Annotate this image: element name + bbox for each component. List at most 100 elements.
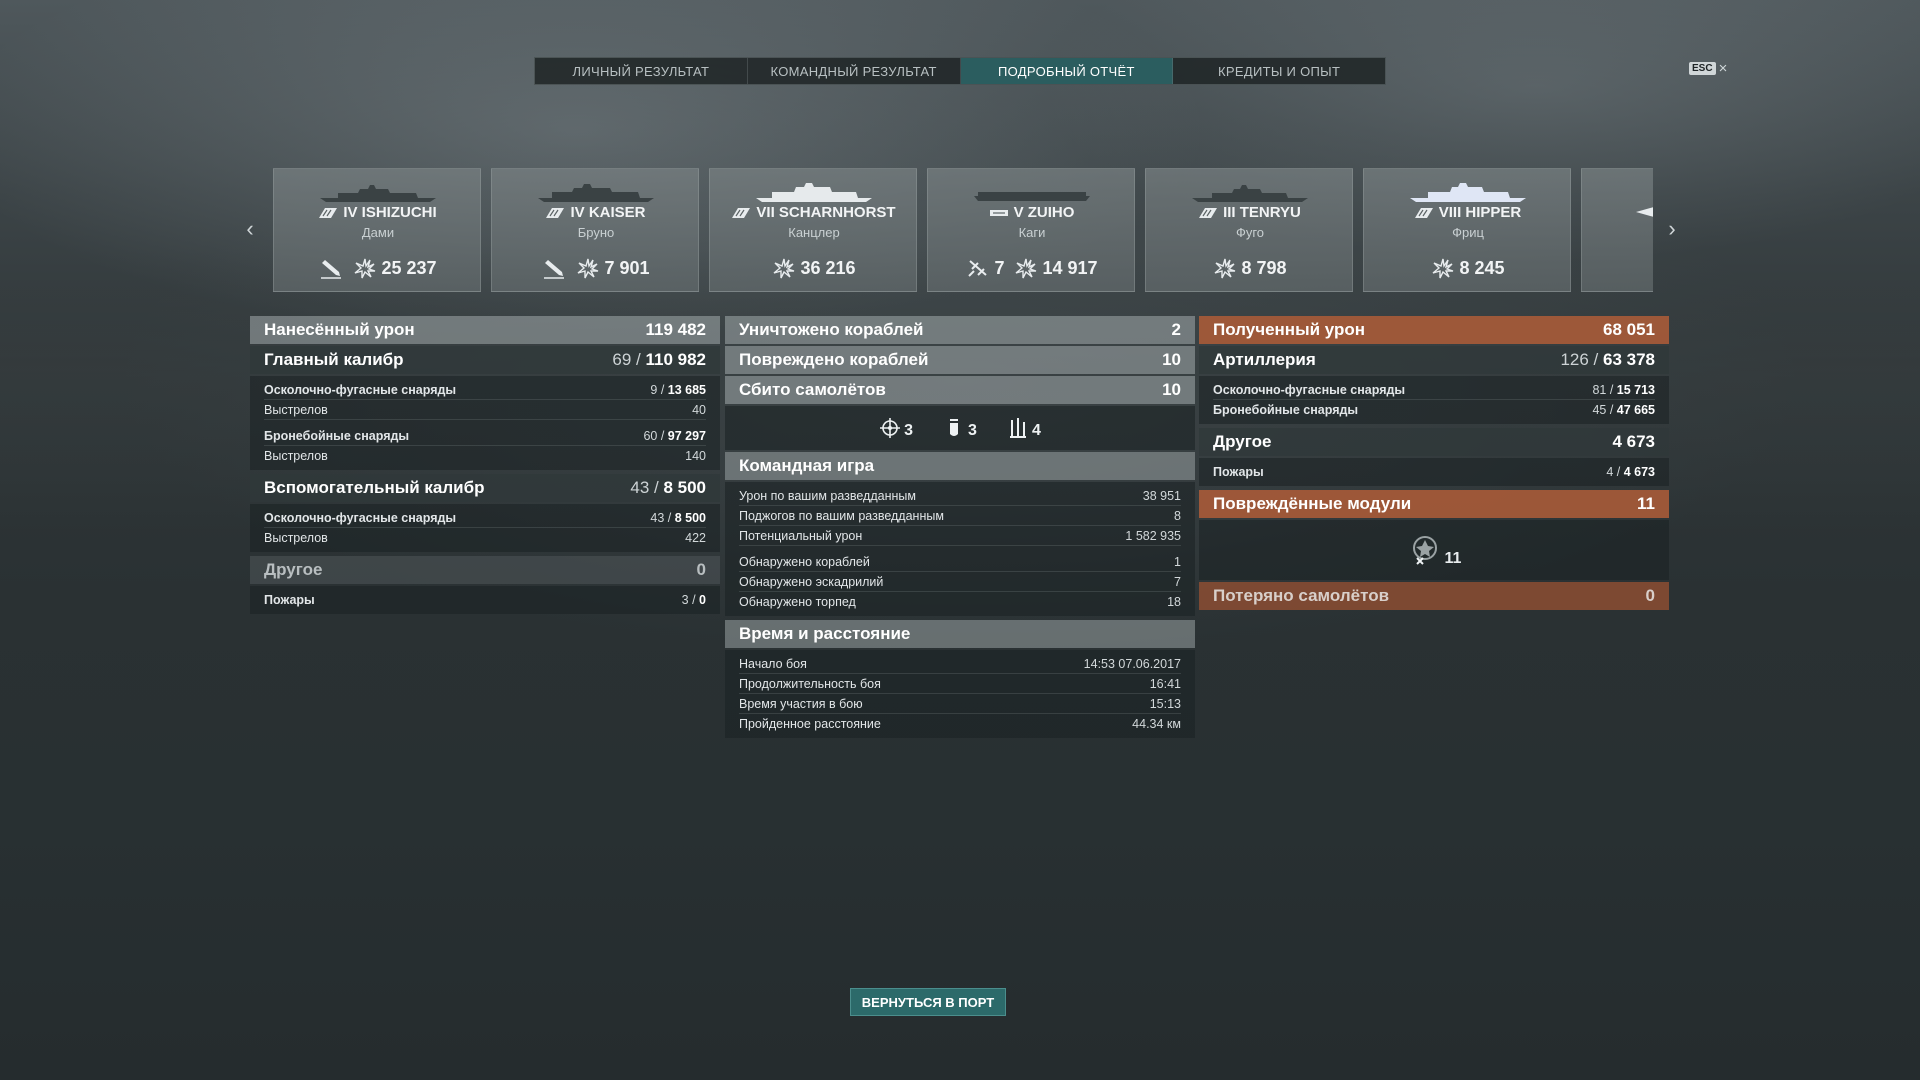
carousel-prev-arrow[interactable]: ‹ <box>240 216 260 242</box>
table-row: Бронебойные снаряды 60 / 97 297 <box>264 426 706 446</box>
damage-dealt-value: 119 482 <box>645 320 706 339</box>
table-row: Выстрелов 422 <box>264 531 706 545</box>
damage-stat: 36 216 <box>772 257 856 279</box>
torpedo-bomber-icon <box>1009 418 1026 438</box>
table-row: Пожары 3 / 0 <box>264 593 706 607</box>
ship-silhouette-icon <box>1192 185 1308 202</box>
ship-name: VII SCHARNHORST <box>756 204 896 221</box>
table-row: Обнаружено кораблей 1 <box>739 552 1181 572</box>
damage-stat: 14 917 <box>1014 257 1098 279</box>
damage-burst-icon <box>1433 258 1454 279</box>
artillery-header: Артиллерия 126 / 63 378 <box>1199 346 1669 374</box>
torpedo-icon <box>544 260 565 279</box>
torpedo-bomber-stat: 4 <box>1007 416 1041 440</box>
ship-name: III TENRYU <box>1223 204 1301 221</box>
damage-burst-icon <box>355 258 376 279</box>
main-battery-header: Главный калибр 69 / 110 982 <box>250 346 720 374</box>
player-name: Фриц <box>1452 225 1484 240</box>
damage-received-panel: Полученный урон 68 051 Артиллерия 126 / … <box>1199 316 1669 612</box>
ship-card[interactable]: IV ISHIZUCHI Дами 25 237 <box>273 168 481 292</box>
module-stat: 11 <box>1407 532 1461 568</box>
table-row: Пожары 4 / 4 673 <box>1213 465 1655 479</box>
damage-value: 25 237 <box>381 257 437 278</box>
battleship-class-icon <box>732 207 751 218</box>
time-distance-rows: Начало боя 14:53 07.06.2017 Продолжительн… <box>725 650 1195 738</box>
damage-value: 8 245 <box>1459 257 1505 278</box>
tab-detailed-report[interactable]: ПОДРОБНЫЙ ОТЧЁТ <box>960 58 1174 84</box>
table-row: Время участия в бою 15:13 <box>739 694 1181 714</box>
cruiser-class-icon <box>1414 207 1433 218</box>
damage-value: 8 798 <box>1241 257 1287 278</box>
tab-personal-result[interactable]: ЛИЧНЫЙ РЕЗУЛЬТАТ <box>535 58 748 84</box>
results-tabs: ЛИЧНЫЙ РЕЗУЛЬТАТ КОМАНДНЫЙ РЕЗУЛЬТАТ ПОД… <box>534 57 1386 85</box>
tab-team-result[interactable]: КОМАНДНЫЙ РЕЗУЛЬТАТ <box>748 58 961 84</box>
damaged-modules-box: 11 <box>1199 520 1669 580</box>
ship-card[interactable]: VIII HIPPER Фриц 8 245 <box>1363 168 1571 292</box>
plane-type-breakdown: 3 3 4 <box>725 406 1195 450</box>
ship-silhouette-icon <box>538 184 654 202</box>
torpedo-stat <box>319 257 343 279</box>
table-row: Осколочно-фугасные снаряды 81 / 15 713 <box>1213 380 1655 400</box>
table-row: Осколочно-фугасные снаряды 43 / 8 500 <box>264 508 706 528</box>
player-name: Канцлер <box>788 225 840 240</box>
planes-shot-stat: 7 <box>966 257 1004 279</box>
damaged-module-icon <box>1412 536 1437 565</box>
crosshair-icon <box>880 418 901 438</box>
table-row: Выстрелов 40 <box>264 400 706 420</box>
player-name: Дами <box>361 225 395 240</box>
other-received-rows: Пожары 4 / 4 673 <box>1199 458 1669 486</box>
cruiser-class-icon <box>1199 207 1218 218</box>
plane-icon <box>968 260 988 277</box>
battle-stats-panel: Уничтожено кораблей 2 Повреждено корабле… <box>725 316 1195 742</box>
damage-stat: 7 901 <box>576 257 650 279</box>
damage-burst-icon <box>578 258 599 279</box>
table-row: Осколочно-фугасные снаряды 9 / 13 685 <box>264 380 706 400</box>
player-name: Фуго <box>1235 225 1265 240</box>
table-row: Выстрелов 140 <box>264 449 706 463</box>
teamplay-rows: Урон по вашим разведданным 38 951 Поджого… <box>725 482 1195 616</box>
bomber-stat: 3 <box>943 416 977 440</box>
ship-card-partial[interactable] <box>1581 168 1653 292</box>
close-icon: × <box>1718 59 1728 77</box>
main-battery-rows: Осколочно-фугасные снаряды 9 / 13 685 Вы… <box>250 376 720 470</box>
player-name: Бруно <box>577 225 615 240</box>
damaged-modules-header: Повреждённые модули 11 <box>1199 490 1669 518</box>
ship-card[interactable]: VII SCHARNHORST Канцлер 36 216 <box>709 168 917 292</box>
other-damage-rows: Пожары 3 / 0 <box>250 586 720 614</box>
table-row: Поджогов по вашим разведданным 8 <box>739 506 1181 526</box>
ship-silhouette-icon <box>974 192 1090 201</box>
tab-credits-xp[interactable]: КРЕДИТЫ И ОПЫТ <box>1173 58 1385 84</box>
player-name: Каги <box>1018 225 1046 240</box>
damage-dealt-panel: Нанесённый урон 119 482 Главный калибр 6… <box>250 316 720 618</box>
time-distance-header: Время и расстояние <box>725 620 1195 648</box>
ship-name: IV ISHIZUCHI <box>343 204 437 221</box>
artillery-rows: Осколочно-фугасные снаряды 81 / 15 713 Б… <box>1199 376 1669 424</box>
ship-card[interactable]: IV KAISER Бруно 7 901 <box>491 168 699 292</box>
bomb-icon <box>950 419 959 436</box>
table-row: Начало боя 14:53 07.06.2017 <box>739 654 1181 674</box>
other-received-header: Другое 4 673 <box>1199 428 1669 456</box>
planes-lost-header: Потеряно самолётов 0 <box>1199 582 1669 610</box>
table-row: Урон по вашим разведданным 38 951 <box>739 486 1181 506</box>
ship-silhouette-icon <box>756 183 872 202</box>
table-row: Бронебойные снаряды 45 / 47 665 <box>1213 403 1655 417</box>
battleship-class-icon <box>546 207 565 218</box>
ship-card[interactable]: V ZUIHO Каги 7 14 917 <box>927 168 1135 292</box>
close-button[interactable]: ESC × <box>1689 59 1728 77</box>
table-row: Обнаружено торпед 18 <box>739 595 1181 609</box>
secondary-battery-header: Вспомогательный калибр 43 / 8 500 <box>250 474 720 502</box>
return-to-port-button[interactable]: ВЕРНУТЬСЯ В ПОРТ <box>850 988 1006 1016</box>
ship-silhouette-icon <box>1410 183 1526 202</box>
carousel-next-arrow[interactable]: › <box>1662 216 1682 242</box>
torpedo-stat <box>542 257 566 279</box>
damage-burst-icon <box>774 258 795 279</box>
ship-carousel: IV ISHIZUCHI Дами 25 237 IV KAISER Бруно <box>273 168 1653 292</box>
damage-value: 36 216 <box>800 257 856 278</box>
torpedo-icon <box>321 260 342 279</box>
ship-name: VIII HIPPER <box>1438 204 1522 221</box>
ship-card[interactable]: III TENRYU Фуго 8 798 <box>1145 168 1353 292</box>
damage-burst-icon <box>1016 258 1037 279</box>
ships-destroyed-header: Уничтожено кораблей 2 <box>725 316 1195 344</box>
destroyer-class-icon <box>319 207 338 218</box>
esc-key-label: ESC <box>1689 62 1716 75</box>
